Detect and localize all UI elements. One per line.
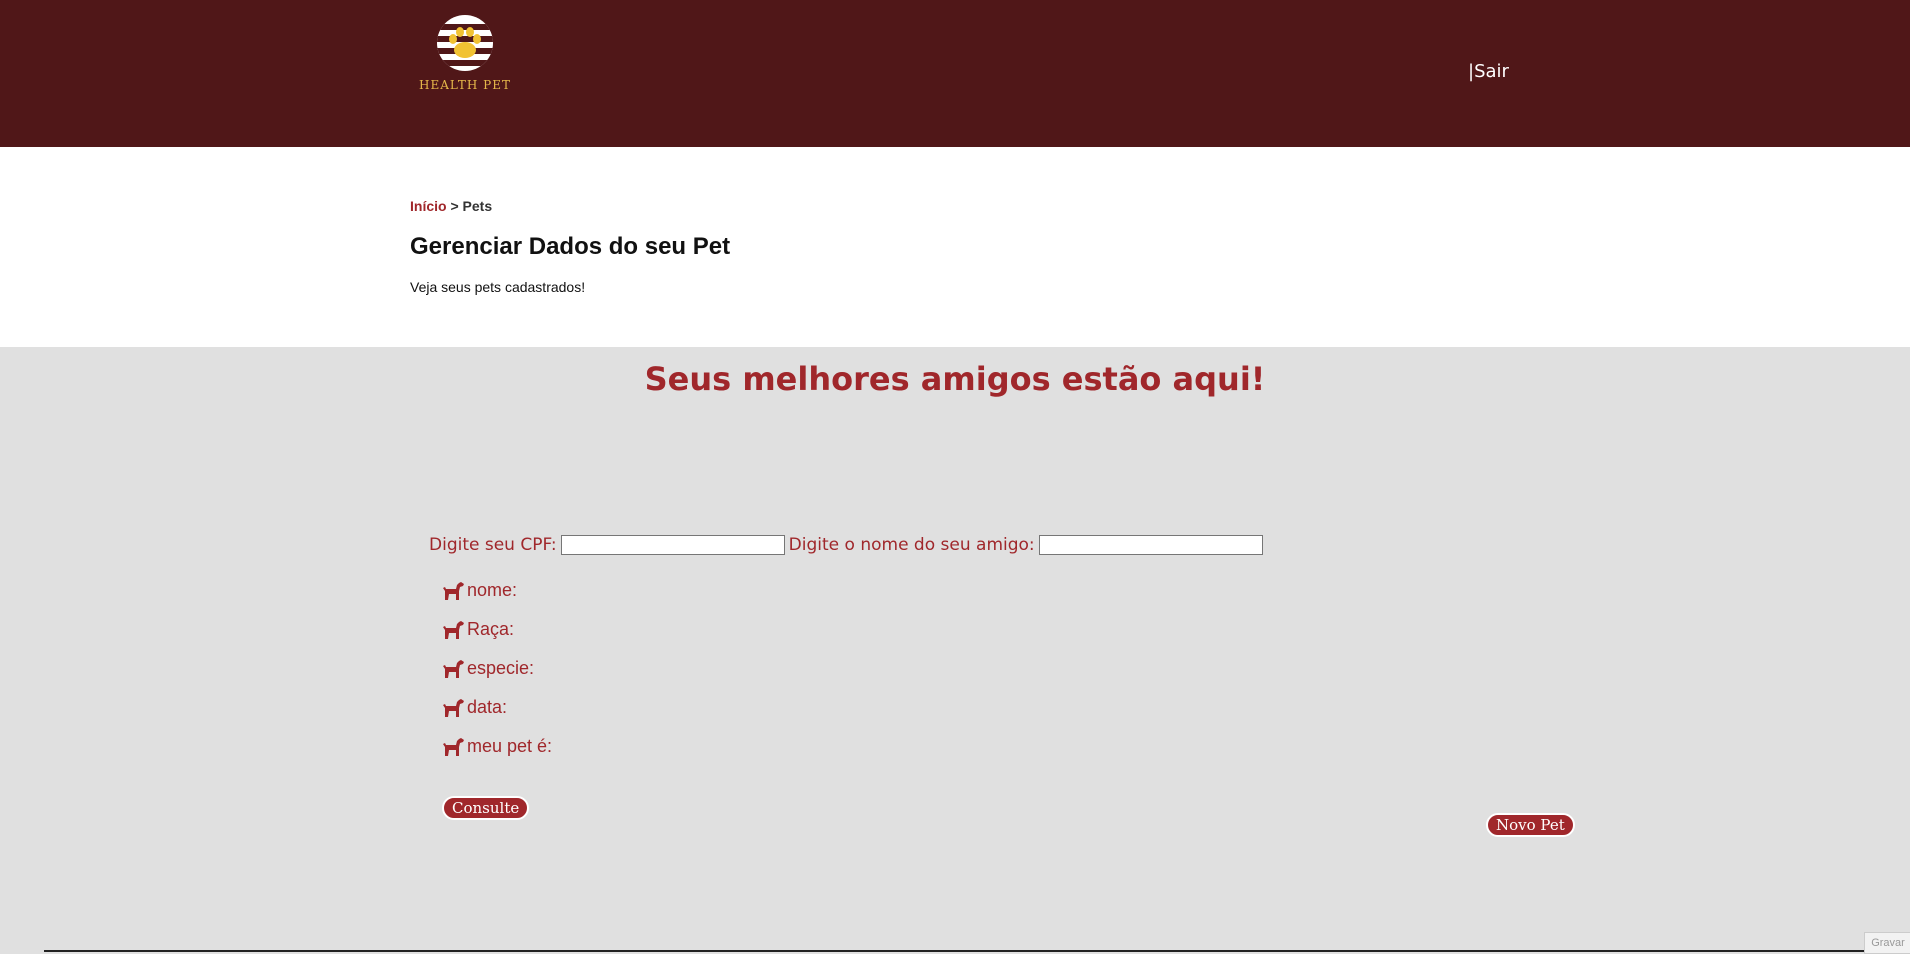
cpf-input[interactable] xyxy=(560,535,785,555)
field-label: data: xyxy=(467,697,508,717)
breadcrumb-current: Pets xyxy=(462,198,493,214)
logout-link[interactable]: |Sair xyxy=(1468,61,1509,82)
logo: HEALTH PET xyxy=(410,14,520,92)
field-label: meu pet é: xyxy=(467,736,553,756)
dog-icon xyxy=(443,581,464,600)
dog-icon xyxy=(443,620,464,639)
field-especie: especie: xyxy=(443,658,534,679)
field-data: data: xyxy=(443,697,507,718)
cpf-label: Digite seu CPF: xyxy=(429,535,557,555)
page-subtitle: Veja seus pets cadastrados! xyxy=(410,279,586,295)
paw-logo-icon xyxy=(437,15,493,71)
field-meu-pet: meu pet é: xyxy=(443,736,552,757)
dog-icon xyxy=(443,698,464,717)
dog-icon xyxy=(443,737,464,756)
brand-name: HEALTH PET xyxy=(418,78,511,92)
breadcrumb-separator: > xyxy=(446,198,463,214)
search-form: Digite seu CPF: Digite o nome do seu ami… xyxy=(429,533,1267,557)
field-nome: nome: xyxy=(443,580,517,601)
dog-icon xyxy=(443,659,464,678)
page-title: Gerenciar Dados do seu Pet xyxy=(410,233,731,260)
field-raca: Raça: xyxy=(443,619,514,640)
field-label: Raça: xyxy=(467,619,515,639)
breadcrumb: Início > Pets xyxy=(410,198,492,214)
pet-name-input[interactable] xyxy=(1038,535,1263,555)
breadcrumb-home-link[interactable]: Início xyxy=(410,198,447,214)
field-label: especie: xyxy=(467,658,535,678)
top-header: HEALTH PET |Sair xyxy=(0,0,1910,147)
section-headline: Seus melhores amigos estão aqui! xyxy=(644,360,1266,398)
pet-name-label: Digite o nome do seu amigo: xyxy=(788,535,1035,555)
page-intro: Início > Pets Gerenciar Dados do seu Pet… xyxy=(0,147,1910,347)
record-badge[interactable]: Gravar xyxy=(1864,932,1910,954)
new-pet-button[interactable]: Novo Pet xyxy=(1486,813,1575,837)
consult-button[interactable]: Consulte xyxy=(442,796,530,820)
field-label: nome: xyxy=(467,580,518,600)
